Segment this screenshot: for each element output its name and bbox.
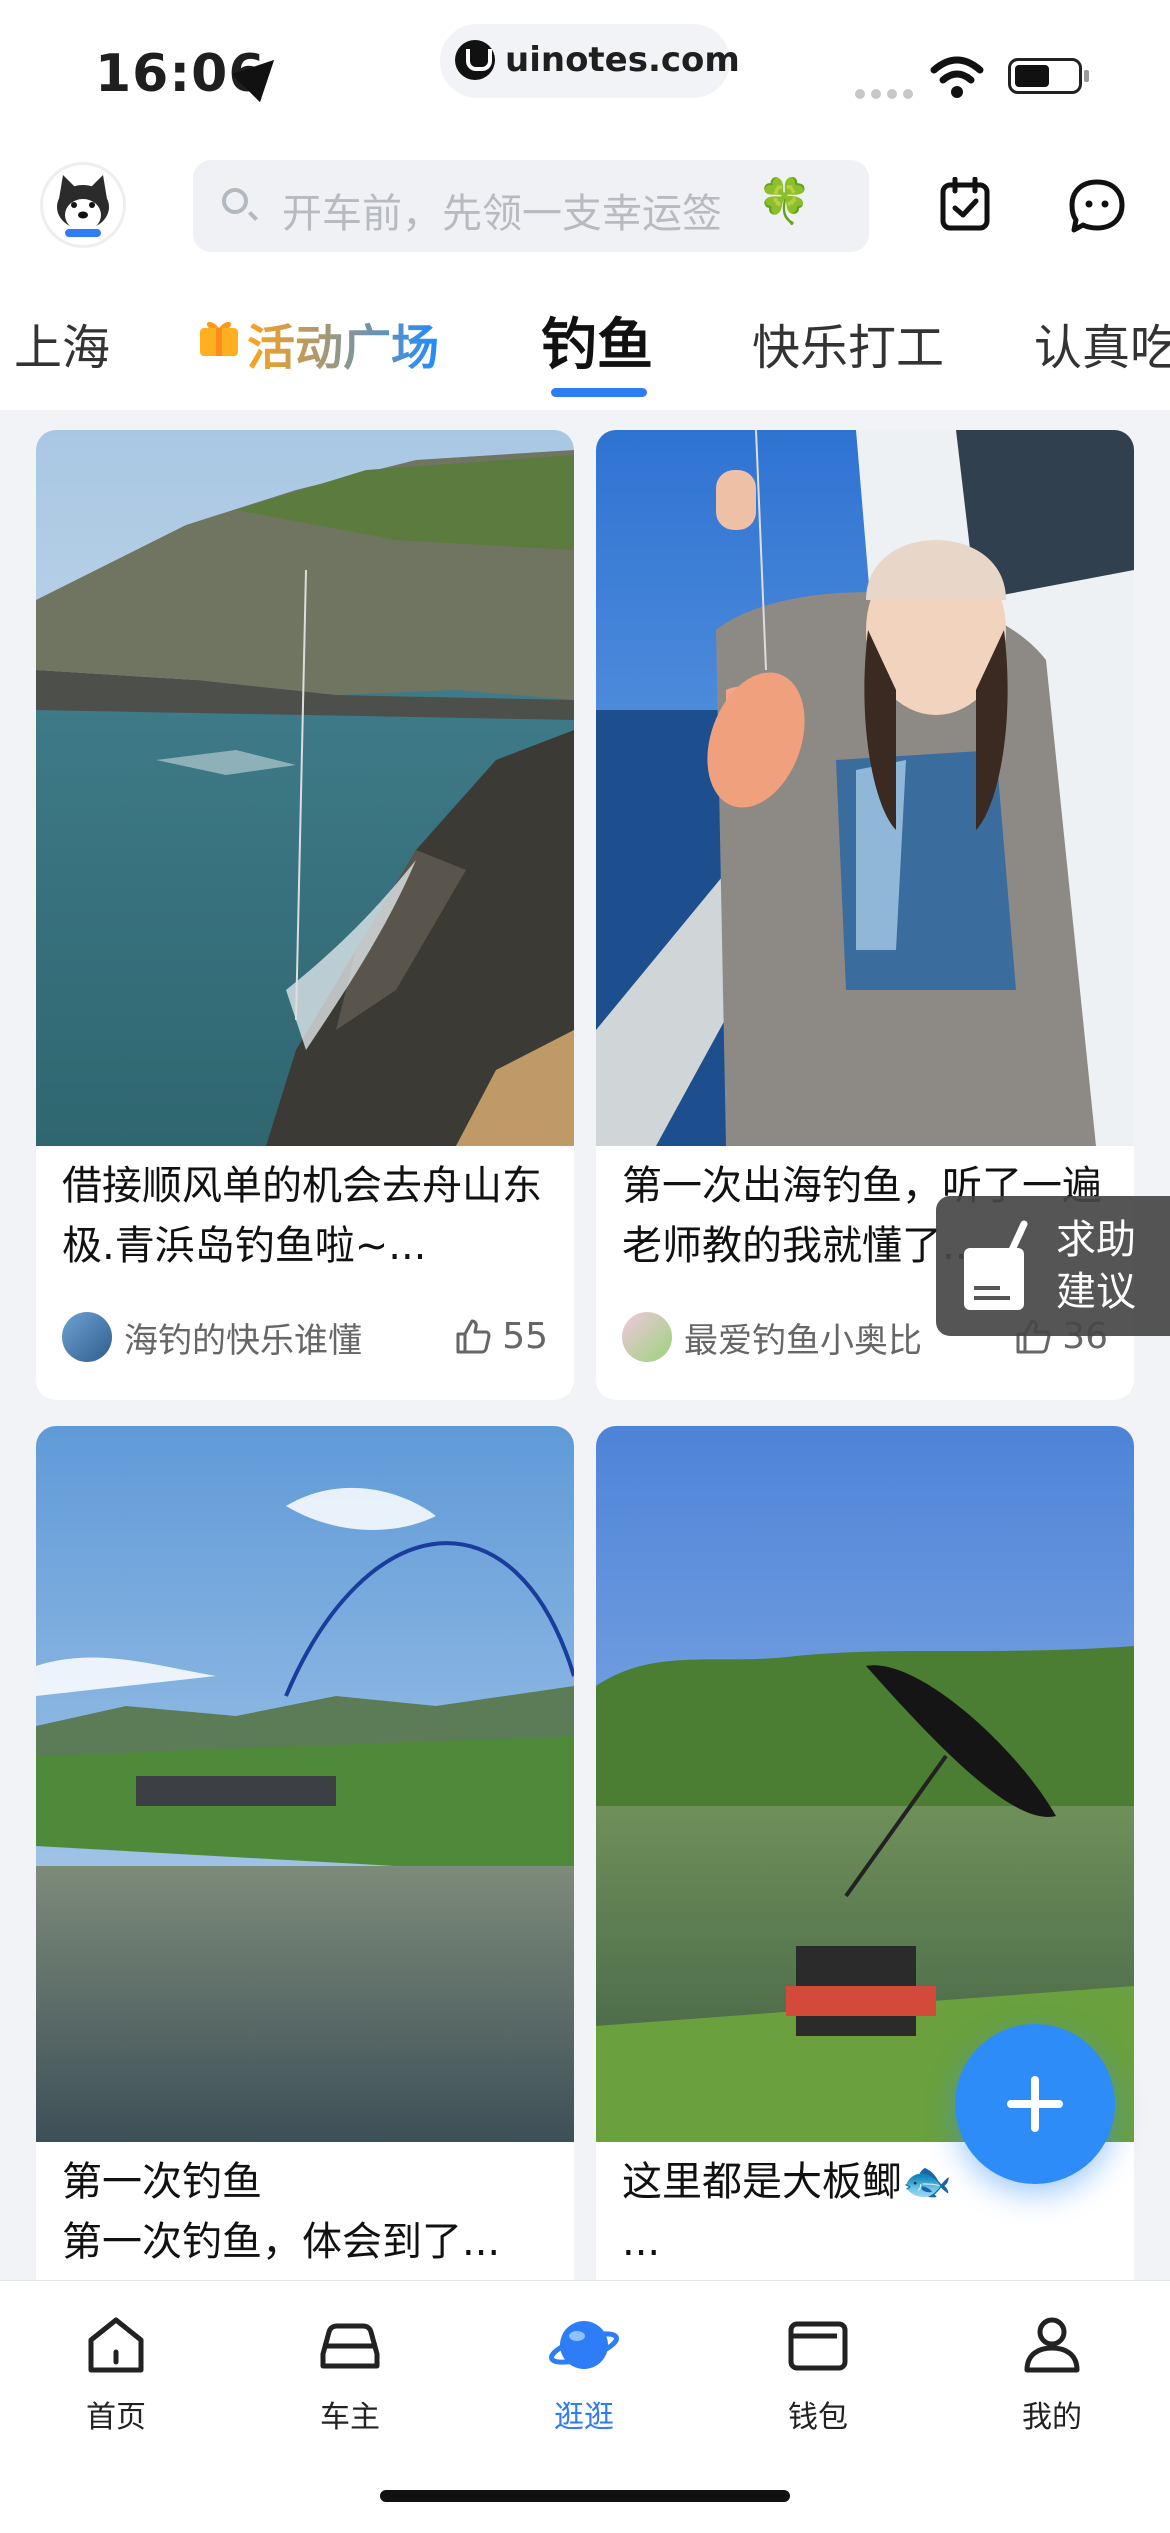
planet-icon <box>549 2321 619 2369</box>
like-count: 55 <box>502 1316 548 1357</box>
nav-profile[interactable]: 我的 <box>982 2310 1122 2436</box>
tab-fishing[interactable]: 钓鱼 <box>541 300 653 381</box>
author-avatar <box>622 1312 672 1362</box>
nav-profile-label: 我的 <box>1022 2400 1082 2435</box>
car-icon <box>320 2323 380 2369</box>
author-name: 最爱钓鱼小奥比 <box>684 1320 922 1361</box>
author-name: 海钓的快乐谁懂 <box>124 1320 362 1361</box>
battery-icon <box>1008 58 1089 94</box>
nav-explore[interactable]: 逛逛 <box>514 2310 654 2436</box>
nav-wallet[interactable]: 钱包 <box>748 2310 888 2436</box>
status-url: uinotes.com <box>505 40 740 80</box>
calendar-check-icon[interactable] <box>940 177 990 231</box>
feed-card[interactable]: 这里都是大板鲫🐟 ... <box>596 1426 1134 2326</box>
nav-home[interactable]: 首页 <box>46 2310 186 2436</box>
husky-avatar-icon <box>57 175 109 237</box>
wallet-icon <box>788 2321 848 2371</box>
post-image-river-rod <box>36 1426 574 2142</box>
search-placeholder: 开车前，先领一支幸运签 <box>282 191 722 237</box>
signal-icon <box>855 84 919 103</box>
tab-active-indicator <box>551 388 647 397</box>
nav-car-label: 车主 <box>320 2400 380 2435</box>
gift-icon <box>200 321 238 356</box>
nav-car-owner[interactable]: 车主 <box>280 2310 420 2436</box>
tab-shanghai[interactable]: 上海 <box>14 308 110 378</box>
home-indicator <box>380 2490 790 2502</box>
tab-happy-work[interactable]: 快乐打工 <box>752 308 944 378</box>
add-post-button[interactable] <box>955 2024 1115 2184</box>
clover-icon: 🍀 <box>757 176 812 227</box>
thumbs-up-icon <box>456 1319 491 1353</box>
author-avatar <box>62 1312 112 1362</box>
tab-activity-square[interactable]: 活动广场 <box>247 308 439 378</box>
site-logo-icon <box>455 40 495 80</box>
search-icon <box>222 188 248 214</box>
feedback-note-icon <box>964 1220 1028 1310</box>
home-icon <box>88 2317 144 2373</box>
nav-wallet-label: 钱包 <box>788 2400 848 2435</box>
nav-home-label: 首页 <box>86 2400 146 2435</box>
help-label: 求助 建议 <box>1056 1217 1136 1315</box>
user-avatar[interactable] <box>40 162 126 248</box>
nav-explore-label: 逛逛 <box>554 2400 614 2435</box>
like-button[interactable]: 55 <box>454 1316 548 1357</box>
feed-card[interactable]: 第一次钓鱼 第一次钓鱼，体会到了... <box>36 1426 574 2326</box>
wifi-icon <box>930 56 984 98</box>
post-image-fishing-girl <box>596 430 1134 1146</box>
tab-eat[interactable]: 认真吃 <box>1034 308 1170 378</box>
post-title: 第一次钓鱼 第一次钓鱼，体会到了... <box>62 2159 501 2265</box>
chat-bubble-icon[interactable] <box>1068 178 1126 234</box>
post-image-rocky-coast <box>36 430 574 1146</box>
user-icon <box>1024 2317 1080 2373</box>
post-title: 借接顺风单的机会去舟山东极.青浜岛钓鱼啦~... <box>62 1163 542 1269</box>
feed-card[interactable]: 借接顺风单的机会去舟山东极.青浜岛钓鱼啦~... 海钓的快乐谁懂 55 <box>36 430 574 1400</box>
